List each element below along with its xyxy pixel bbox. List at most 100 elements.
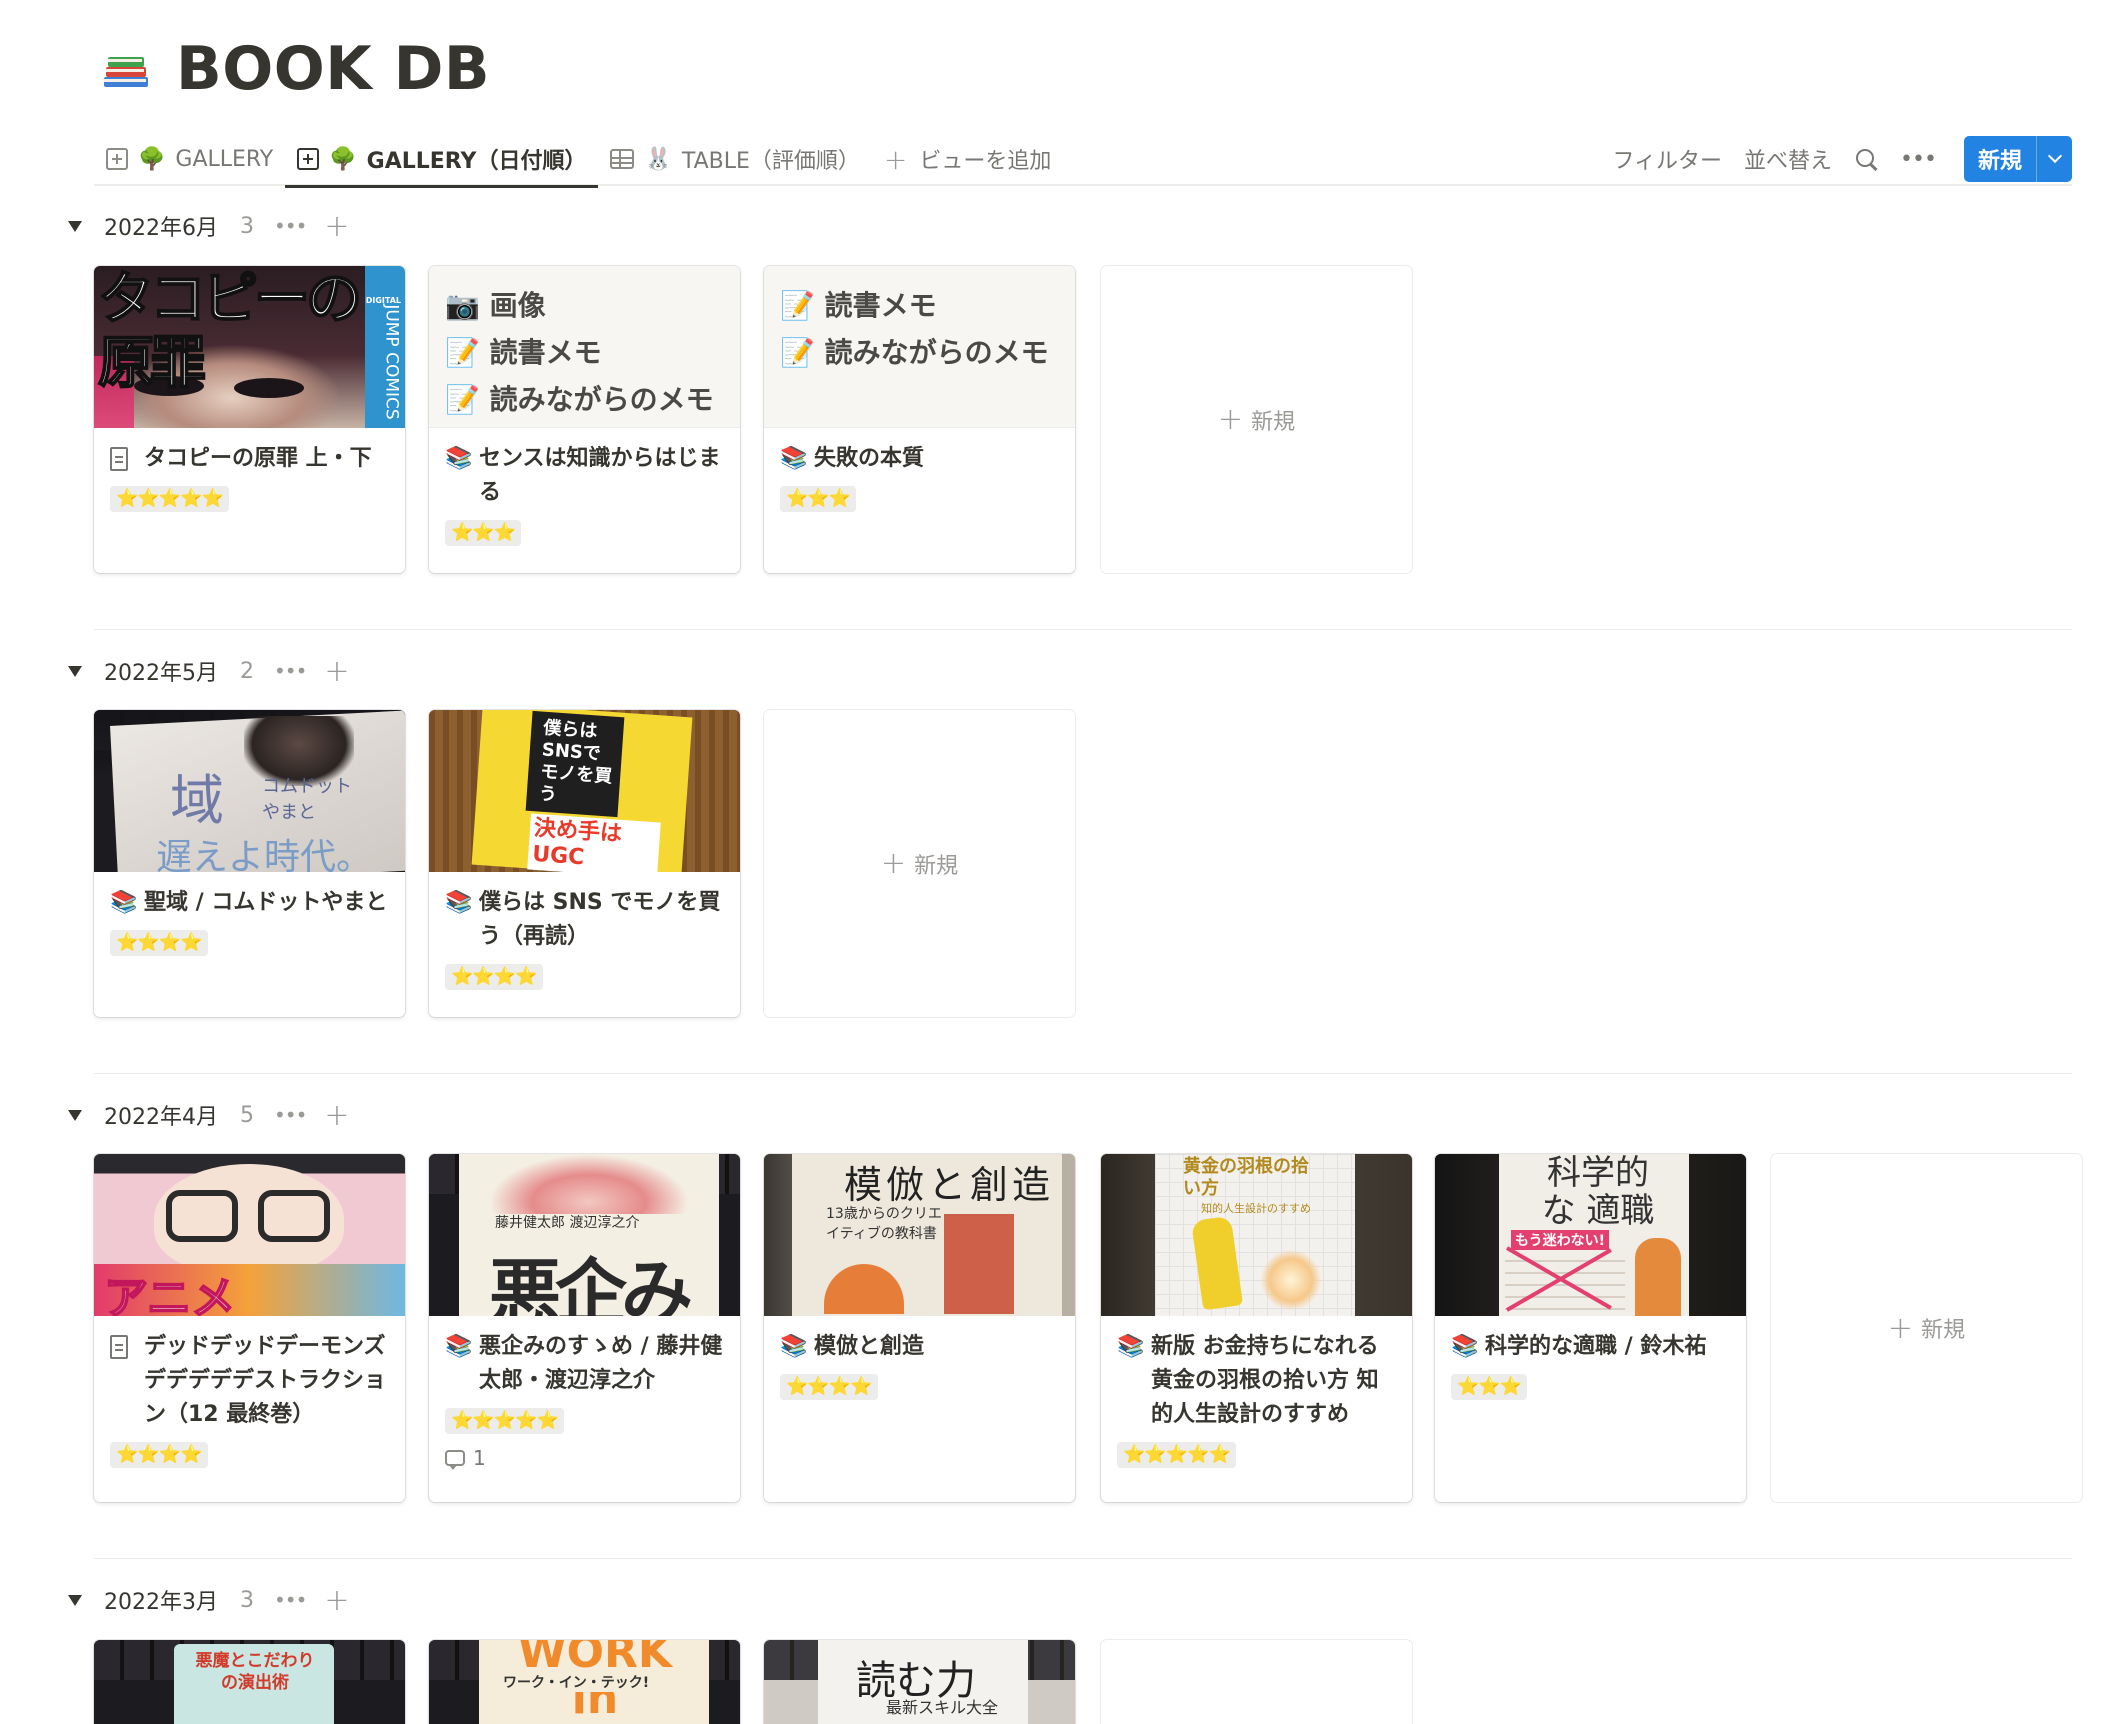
gallery-card[interactable]: 黄金の羽根の拾い方 知的人生設計のすすめ 📚 新版 お金持ちになれる黄金の羽根の拾…	[1101, 1154, 1412, 1502]
ougon-cover: 黄金の羽根の拾い方 知的人生設計のすすめ	[1101, 1154, 1412, 1316]
group-more-icon[interactable]: •••	[274, 659, 307, 683]
group-add-icon[interactable]: +	[324, 654, 349, 689]
gallery-card[interactable]: WORK in ワーク・イン・テック!	[429, 1640, 740, 1724]
group-divider	[94, 1558, 2072, 1559]
tab-gallery[interactable]: 🌳 GALLERY	[94, 132, 285, 186]
cover-subtitle: 決め手は UGC	[527, 813, 661, 872]
cover-subtitle: 遅えよ時代。	[156, 837, 373, 872]
preview-line: 📝 読みながらのメモ	[780, 335, 1049, 369]
new-dropdown-button[interactable]	[2036, 136, 2072, 182]
work-in-tech-cover: WORK in ワーク・イン・テック!	[429, 1640, 740, 1724]
preview-line: 📷 画像	[445, 288, 546, 322]
new-button[interactable]: 新規	[1964, 136, 2036, 182]
tab-gallery-by-date[interactable]: 🌳 GALLERY（日付順）	[285, 132, 599, 188]
toggle-triangle-icon[interactable]	[68, 665, 82, 677]
page-icon	[110, 1335, 128, 1359]
tab-label: GALLERY（日付順）	[366, 149, 587, 174]
akuma-cover: 悪魔とこだわりの演出術	[94, 1640, 405, 1724]
plus-icon: +	[1217, 402, 1244, 437]
cover-subtitle: もう迷わない!	[1511, 1230, 1609, 1250]
cover-title: 僕らはSNSでモノを買う	[538, 717, 613, 806]
add-view-button[interactable]: + ビューを追加	[872, 132, 1063, 186]
group-header: 2022年3月 3 ••• +	[68, 1580, 350, 1620]
seiiki-cover: 域 コムドット やまと 遅えよ時代。	[94, 710, 405, 872]
gallery-card[interactable]: タコピーの原罪 DIGITAL JUMP COMICS タコピーの原罪 上・下 …	[94, 266, 405, 573]
group-more-icon[interactable]: •••	[274, 1588, 307, 1612]
preview-line: 📝 読書メモ	[445, 335, 602, 369]
books-icon: 📚	[1451, 1334, 1479, 1359]
card-title: 科学的な適職 / 鈴木祐	[1485, 1334, 1707, 1359]
rabbit-icon: 🐰	[644, 146, 672, 172]
group-add-icon[interactable]: +	[324, 1098, 349, 1133]
rating-badge: ⭐⭐⭐⭐⭐	[110, 486, 230, 512]
gallery-card[interactable]: 📝 読書メモ 📝 読みながらのメモ 📚 失敗の本質 ⭐⭐⭐	[764, 266, 1075, 573]
card-title: デッドデッドデーモンズ デデデデデストラクション（12 最終巻）	[144, 1334, 387, 1427]
cover-subtitle: ワーク・イン・テック!	[503, 1672, 650, 1692]
new-card-label: 新規	[914, 853, 959, 879]
preview-line: 📝 読みながらのメモ	[445, 382, 714, 416]
gallery-card[interactable]: 域 コムドット やまと 遅えよ時代。 📚 聖域 / コムドットやまと ⭐⭐⭐⭐	[94, 710, 405, 1017]
books-icon: 📚	[780, 446, 808, 471]
gallery-card[interactable]: 悪魔とこだわりの演出術	[94, 1640, 405, 1724]
tree-icon: 🌳	[138, 146, 166, 172]
search-icon[interactable]	[1854, 147, 1878, 171]
new-button-group: 新規	[1963, 136, 2072, 182]
card-title: 新版 お金持ちになれる黄金の羽根の拾い方 知的人生設計のすすめ	[1151, 1334, 1379, 1427]
plus-icon: +	[880, 846, 907, 881]
gallery-card[interactable]: 読む力 最新スキル大全	[764, 1640, 1075, 1724]
gallery-icon	[106, 148, 128, 170]
gallery-card[interactable]: 科学的な 適職 もう迷わない! 📚 科学的な適職 / 鈴木祐 ⭐⭐⭐	[1435, 1154, 1746, 1502]
cover-subtitle: 最新スキル大全	[886, 1698, 999, 1717]
cover-title: タコピーの原罪	[97, 267, 363, 397]
chevron-down-icon	[2047, 148, 2062, 164]
rating-badge: ⭐⭐⭐	[1451, 1374, 1528, 1400]
gallery-card[interactable]: 📷 画像 📝 読書メモ 📝 読みながらのメモ 📚 センスは知識からはじまる ⭐⭐⭐	[429, 266, 740, 573]
new-card-button[interactable]: + 新規	[1771, 1154, 2082, 1502]
cover-title: 科学的な 適職	[1541, 1154, 1655, 1231]
rating-badge: ⭐⭐⭐⭐	[445, 964, 543, 990]
group-more-icon[interactable]: •••	[274, 1103, 307, 1127]
rating-badge: ⭐⭐⭐	[445, 520, 522, 546]
filter-button[interactable]: フィルター	[1612, 143, 1722, 175]
group-add-icon[interactable]: +	[324, 209, 349, 244]
group-header: 2022年5月 2 ••• +	[68, 651, 350, 691]
card-title: タコピーの原罪 上・下	[144, 446, 372, 471]
new-card-button[interactable]	[1101, 1640, 1412, 1724]
books-icon: 📚	[445, 446, 473, 471]
gallery-card[interactable]: 模倣と創造 13歳からのクリエイティブの教科書 📚 模倣と創造 ⭐⭐⭐⭐	[764, 1154, 1075, 1502]
add-view-label: ビューを追加	[919, 149, 1052, 174]
mohou-cover: 模倣と創造 13歳からのクリエイティブの教科書	[764, 1154, 1075, 1316]
group-count: 2	[240, 658, 254, 684]
page-header: BOOK DB	[100, 34, 490, 104]
gallery-card[interactable]: 藤井健太郎 渡辺淳之介 悪企み 📚 悪企みのすゝめ / 藤井健太郎・渡辺淳之介 ⭐…	[429, 1154, 740, 1502]
plus-icon: +	[1887, 1310, 1914, 1346]
comment-count: 1	[473, 1446, 486, 1470]
card-title: 僕らは SNS でモノを買う（再読）	[479, 890, 721, 949]
tekishoku-cover: 科学的な 適職 もう迷わない!	[1435, 1154, 1746, 1316]
more-options-icon[interactable]: •••	[1900, 147, 1937, 172]
toggle-triangle-icon[interactable]	[68, 220, 82, 232]
new-card-button[interactable]: + 新規	[1101, 266, 1412, 573]
comment-icon	[445, 1450, 465, 1470]
page-content-preview: 📝 読書メモ 📝 読みながらのメモ	[764, 266, 1075, 428]
comment-indicator[interactable]: 1	[445, 1446, 724, 1470]
group-name: 2022年6月	[104, 216, 218, 241]
group-header: 2022年4月 5 ••• +	[68, 1095, 350, 1135]
sort-button[interactable]: 並べ替え	[1744, 143, 1832, 175]
tab-table-by-rating[interactable]: 🐰 TABLE（評価順）	[598, 132, 871, 186]
toggle-triangle-icon[interactable]	[68, 1594, 82, 1606]
view-tab-bar: 🌳 GALLERY 🌳 GALLERY（日付順） 🐰 TABLE（評価順） + …	[94, 132, 2072, 188]
cover-title: 悪魔とこだわりの演出術	[195, 1651, 315, 1693]
new-card-button[interactable]: + 新規	[764, 710, 1075, 1017]
toggle-triangle-icon[interactable]	[68, 1109, 82, 1121]
gallery-card[interactable]: 僕らはSNSでモノを買う 決め手は UGC 📚 僕らは SNS でモノを買う（再読…	[429, 710, 740, 1017]
group-add-icon[interactable]: +	[324, 1583, 349, 1618]
gallery-card[interactable]: アニメ デッドデッドデーモンズ デデデデデストラクション（12 最終巻） ⭐⭐⭐…	[94, 1154, 405, 1502]
tab-label: GALLERY	[175, 146, 274, 172]
card-title: センスは知識からはじまる	[479, 446, 721, 505]
preview-line: 📝 読書メモ	[780, 288, 937, 322]
group-more-icon[interactable]: •••	[274, 214, 307, 238]
group-divider	[94, 1073, 2072, 1074]
tab-label: TABLE（評価順）	[681, 149, 860, 174]
books-icon: 📚	[445, 890, 473, 915]
